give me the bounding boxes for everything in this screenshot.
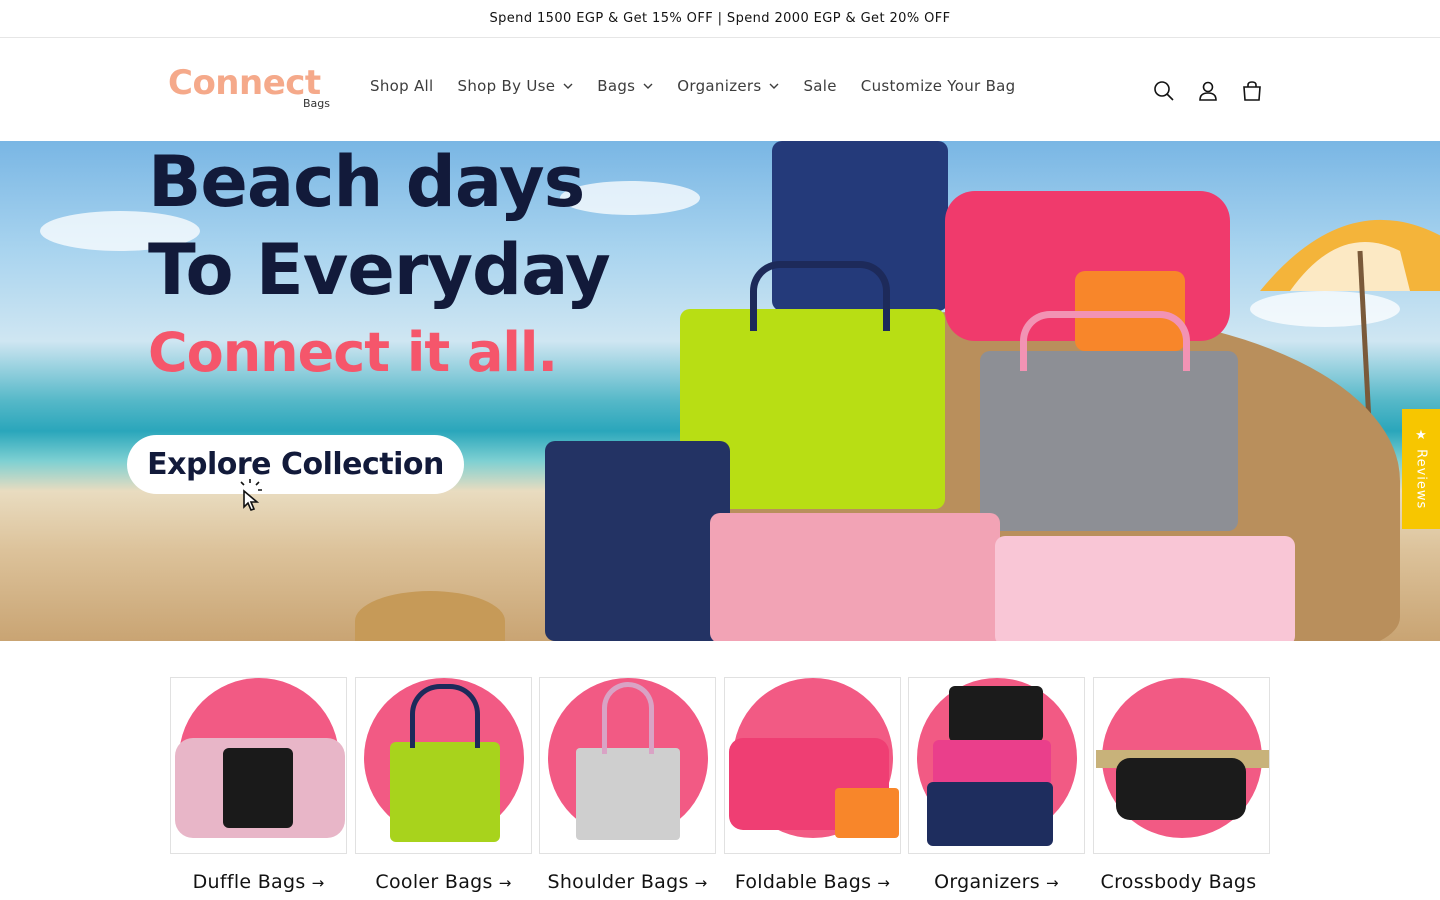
category-image[interactable] xyxy=(170,677,347,854)
category-card[interactable]: Crossbody Bags xyxy=(1093,677,1270,893)
logo-wordmark: Connect xyxy=(168,63,321,103)
nav-bags[interactable]: Bags xyxy=(597,77,653,95)
category-image[interactable] xyxy=(1093,677,1270,854)
nav-label: Organizers xyxy=(677,77,762,95)
account-icon[interactable] xyxy=(1194,77,1222,105)
main-nav: Shop All Shop By Use Bags Organizers Sal… xyxy=(370,77,1040,95)
nav-label: Bags xyxy=(597,77,636,95)
announcement-bar: Spend 1500 EGP & Get 15% OFF | Spend 200… xyxy=(0,0,1440,38)
nav-organizers[interactable]: Organizers xyxy=(677,77,779,95)
category-label[interactable]: Shoulder Bags → xyxy=(539,871,716,893)
hero-tagline: Connect it all. xyxy=(148,321,558,384)
category-image[interactable] xyxy=(539,677,716,854)
arrow-right-icon: → xyxy=(498,874,512,892)
cart-icon[interactable] xyxy=(1238,77,1266,105)
nav-customize-your-bag[interactable]: Customize Your Bag xyxy=(861,77,1016,95)
logo[interactable]: Connect Bags xyxy=(168,63,334,115)
bag-strap xyxy=(410,684,480,748)
cooler-strap xyxy=(750,261,890,331)
chevron-down-icon xyxy=(769,83,779,89)
category-image[interactable] xyxy=(355,677,532,854)
organizer-navy-image xyxy=(927,782,1053,846)
category-label[interactable]: Foldable Bags → xyxy=(724,871,901,893)
explore-collection-label: Explore Collection xyxy=(147,447,444,482)
category-card[interactable]: Shoulder Bags → xyxy=(539,677,716,893)
organizer-pink-image xyxy=(933,740,1051,786)
category-card[interactable]: Cooler Bags → xyxy=(355,677,532,893)
arrow-right-icon: → xyxy=(877,874,891,892)
category-name: Foldable Bags xyxy=(734,871,872,893)
hero-headline-2: To Everyday xyxy=(148,229,611,311)
backpack-green-image xyxy=(545,441,730,641)
category-label[interactable]: Cooler Bags → xyxy=(355,871,532,893)
category-name: Crossbody Bags xyxy=(1100,871,1257,893)
category-image[interactable] xyxy=(908,677,1085,854)
bag-pocket xyxy=(223,748,293,828)
shoulder-bag-image xyxy=(576,748,680,840)
search-icon[interactable] xyxy=(1150,77,1178,105)
header-icons xyxy=(1150,77,1282,105)
duffle-leopard-image xyxy=(710,513,1000,641)
chevron-down-icon xyxy=(563,83,573,89)
crossbody-pouch-image xyxy=(1116,758,1246,820)
nav-sale[interactable]: Sale xyxy=(803,77,836,95)
nav-label: Customize Your Bag xyxy=(860,77,1016,95)
category-grid: Duffle Bags → Cooler Bags → Shoulder Bags → xyxy=(170,677,1270,900)
category-image[interactable] xyxy=(724,677,901,854)
hero-banner[interactable]: Beach days To Everyday Connect it all. E… xyxy=(0,141,1440,641)
category-name: Duffle Bags xyxy=(192,871,306,893)
category-name: Shoulder Bags xyxy=(547,871,689,893)
duffle-donut-image xyxy=(995,536,1295,641)
arrow-right-icon: → xyxy=(1045,874,1059,892)
nav-shop-all[interactable]: Shop All xyxy=(370,77,434,95)
pouch-image xyxy=(835,788,899,838)
reviews-tab-label: ★ Reviews xyxy=(1413,428,1429,510)
site-header: Connect Bags Shop All Shop By Use Bags O… xyxy=(0,39,1440,141)
logo-subtitle: Bags xyxy=(302,97,330,110)
arrow-right-icon: → xyxy=(694,874,708,892)
cooler-bag-image xyxy=(390,742,500,842)
explore-collection-button[interactable]: Explore Collection xyxy=(127,435,464,494)
category-label[interactable]: Duffle Bags → xyxy=(170,871,347,893)
arrow-right-icon: → xyxy=(311,874,325,892)
nav-shop-by-use[interactable]: Shop By Use xyxy=(458,77,574,95)
hero-headline-1: Beach days xyxy=(148,141,585,223)
category-card[interactable]: Foldable Bags → xyxy=(724,677,901,893)
category-label[interactable]: Crossbody Bags xyxy=(1093,871,1270,893)
category-name: Organizers xyxy=(934,871,1040,893)
category-name: Cooler Bags xyxy=(375,871,493,893)
nav-label: Shop All xyxy=(370,77,434,95)
reviews-tab[interactable]: ★ Reviews xyxy=(1402,409,1440,529)
tote-strap xyxy=(1020,311,1190,371)
category-card[interactable]: Duffle Bags → xyxy=(170,677,347,893)
chevron-down-icon xyxy=(643,83,653,89)
tote-grey-image xyxy=(980,351,1238,531)
nav-label: Sale xyxy=(803,77,837,95)
organizer-black-image xyxy=(949,686,1043,742)
announcement-text: Spend 1500 EGP & Get 15% OFF | Spend 200… xyxy=(489,11,951,26)
straw-hat-image xyxy=(355,591,505,641)
click-cursor-icon xyxy=(240,479,262,511)
category-card[interactable]: Organizers → xyxy=(908,677,1085,893)
category-label[interactable]: Organizers → xyxy=(908,871,1085,893)
nav-label: Shop By Use xyxy=(457,77,556,95)
bag-strap xyxy=(602,682,654,754)
